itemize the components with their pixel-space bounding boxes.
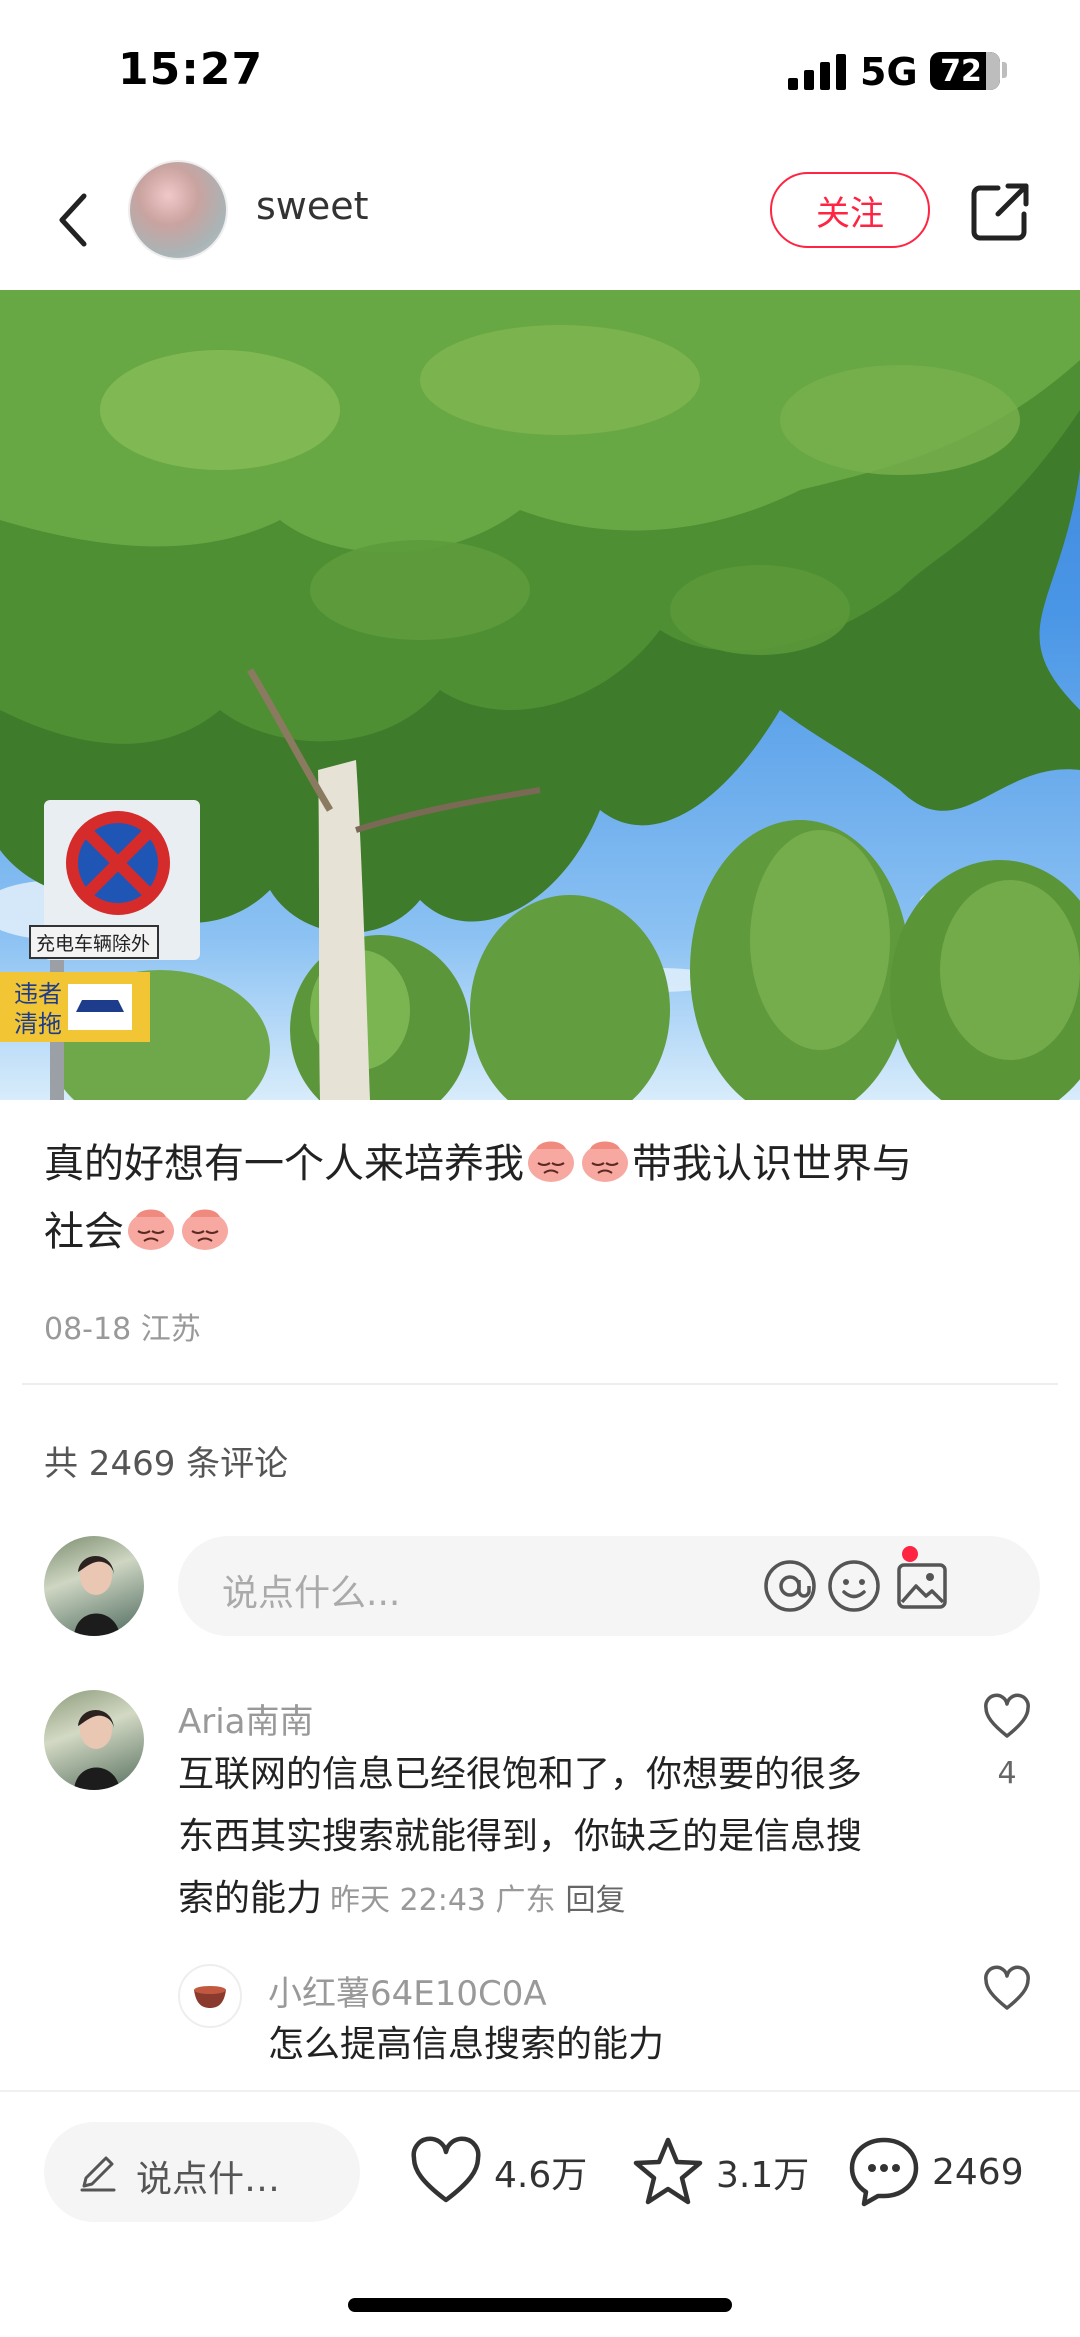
status-time: 15:27 <box>118 44 264 95</box>
network-type: 5G <box>860 50 918 94</box>
like-count: 4.6万 <box>494 2155 588 2196</box>
like-button[interactable]: 4.6万 <box>408 2132 587 2212</box>
reply-avatar[interactable] <box>178 1964 242 2028</box>
caption-text: 真的好想有一个人来培养我 <box>44 1141 524 1187</box>
comment-input-placeholder: 说点什么... <box>222 1573 401 1614</box>
sign-text: 充电车辆除外 <box>36 933 150 955</box>
comment-line: 索的能力 <box>178 1878 323 1919</box>
heart-icon[interactable] <box>982 1692 1032 1742</box>
signal-icon <box>788 52 846 90</box>
star-icon <box>633 2137 703 2205</box>
caption-text: 社会 <box>44 1209 124 1255</box>
commenter-name[interactable]: Aria南南 <box>178 1694 314 1743</box>
reply-button[interactable]: 回复 <box>566 1883 626 1918</box>
status-bar: 15:27 5G 72 <box>0 0 1080 140</box>
crying-emoji-icon <box>128 1209 174 1250</box>
heart-icon[interactable] <box>982 1964 1032 2014</box>
follow-button[interactable]: 关注 <box>770 172 930 248</box>
at-icon[interactable] <box>762 1558 818 1614</box>
collect-count: 3.1万 <box>716 2155 810 2196</box>
bottom-input-placeholder: 说点什… <box>136 2159 281 2200</box>
share-icon <box>971 183 1029 241</box>
crying-emoji-icon <box>582 1141 628 1182</box>
sign-text-2b: 清拖 <box>14 1010 62 1038</box>
back-button[interactable] <box>44 180 104 260</box>
divider <box>22 1383 1058 1385</box>
post-header: sweet 关注 <box>0 150 1080 290</box>
heart-icon <box>411 2136 481 2203</box>
comment-count-bottom: 2469 <box>932 2151 1024 2193</box>
commenter-avatar[interactable] <box>44 1690 144 1790</box>
comment-icon <box>849 2137 919 2207</box>
comment-line: 东西其实搜索就能得到，你缺乏的是信息搜 <box>178 1816 863 1857</box>
comment-count: 共 2469 条评论 <box>44 1444 289 1484</box>
share-button[interactable] <box>968 180 1032 244</box>
my-avatar <box>44 1536 144 1636</box>
author-avatar[interactable] <box>128 160 228 260</box>
home-indicator[interactable] <box>348 2298 732 2312</box>
collect-button[interactable]: 3.1万 <box>630 2132 809 2212</box>
back-icon <box>59 193 87 247</box>
post-caption: 真的好想有一个人来培养我 带我认识世界与 社会 <box>44 1130 1044 1266</box>
post-image[interactable]: 充电车辆除外 违者 清拖 <box>0 290 1080 1100</box>
caption-text: 带我认识世界与 <box>632 1141 912 1187</box>
reply-text: 怎么提高信息搜索的能力 <box>268 2024 665 2065</box>
comment-text: 互联网的信息已经很饱和了，你想要的很多 东西其实搜索就能得到，你缺乏的是信息搜 … <box>178 1744 958 1932</box>
comment-line: 互联网的信息已经很饱和了，你想要的很多 <box>178 1754 863 1795</box>
comment-button[interactable]: 2469 <box>846 2132 1024 2212</box>
crying-emoji-icon <box>528 1141 574 1182</box>
sign-text-2a: 违者 <box>14 980 62 1008</box>
reply-user-name[interactable]: 小红薯64E10C0A <box>268 1966 547 2015</box>
crying-emoji-icon <box>182 1209 228 1250</box>
battery-icon: 72 <box>930 52 1000 90</box>
comment-time: 昨天 22:43 广东 <box>330 1883 556 1918</box>
battery-level: 72 <box>940 54 982 89</box>
comment-like-count: 4 <box>997 1756 1017 1791</box>
comment-input[interactable]: 说点什么... <box>178 1536 1040 1636</box>
pen-icon <box>80 2156 116 2192</box>
author-name[interactable]: sweet <box>256 184 369 228</box>
emoji-icon[interactable] <box>826 1558 882 1614</box>
bottom-comment-input[interactable]: 说点什… <box>44 2122 360 2222</box>
image-icon[interactable] <box>894 1558 950 1614</box>
post-meta: 08-18 江苏 <box>44 1312 201 1347</box>
